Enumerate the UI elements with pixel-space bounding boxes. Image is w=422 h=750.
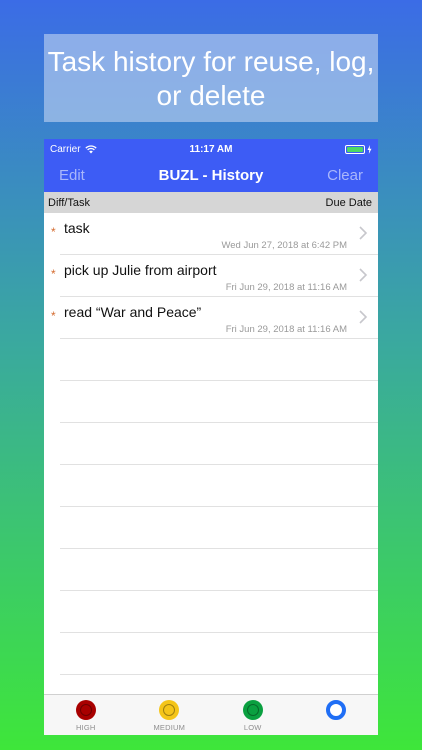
medium-priority-icon	[159, 700, 180, 720]
task-row[interactable]: * pick up Julie from airport Fri Jun 29,…	[44, 255, 378, 297]
high-priority-icon	[75, 700, 96, 720]
tab-history[interactable]	[306, 695, 366, 723]
history-list: * task Wed Jun 27, 2018 at 6:42 PM * pic…	[44, 213, 378, 675]
status-bar: Carrier 11:17 AM	[44, 139, 378, 159]
promo-text: Task history for reuse, log, or delete	[47, 46, 375, 111]
chevron-right-icon	[359, 310, 368, 324]
column-diff-task: Diff/Task	[48, 196, 90, 209]
tab-low[interactable]: LOW	[223, 695, 283, 732]
tab-high[interactable]: HIGH	[56, 695, 116, 732]
task-date: Fri Jun 29, 2018 at 11:16 AM	[225, 324, 347, 335]
task-row[interactable]: * task Wed Jun 27, 2018 at 6:42 PM	[44, 213, 378, 255]
tab-label: MEDIUM	[153, 723, 186, 732]
task-title: read “War and Peace”	[64, 304, 202, 320]
tab-bar: HIGH MEDIUM LOW	[44, 694, 378, 735]
empty-row	[44, 633, 378, 675]
tab-medium[interactable]: MEDIUM	[139, 695, 199, 732]
asterisk-icon: *	[51, 309, 56, 323]
task-date: Fri Jun 29, 2018 at 11:16 AM	[225, 282, 347, 293]
empty-row	[44, 339, 378, 381]
nav-bar: Edit BUZL - History Clear	[44, 159, 378, 192]
empty-row	[44, 591, 378, 633]
task-title: task	[64, 220, 90, 236]
asterisk-icon: *	[51, 267, 56, 281]
empty-row	[44, 465, 378, 507]
edit-button[interactable]: Edit	[59, 167, 85, 184]
history-circle-icon	[326, 700, 347, 720]
asterisk-icon: *	[51, 225, 56, 239]
empty-row	[44, 381, 378, 423]
chevron-right-icon	[359, 268, 368, 282]
empty-row	[44, 507, 378, 549]
tab-label: LOW	[243, 723, 262, 732]
phone-screen: Carrier 11:17 AM Edit BUZL - History Cle…	[44, 139, 378, 735]
task-title: pick up Julie from airport	[64, 262, 217, 278]
column-due-date: Due Date	[325, 196, 372, 209]
clear-button[interactable]: Clear	[327, 167, 363, 184]
promo-banner: Task history for reuse, log, or delete	[44, 34, 378, 122]
column-header: Diff/Task Due Date	[44, 192, 378, 213]
status-time: 11:17 AM	[189, 143, 233, 155]
low-priority-icon	[242, 700, 263, 720]
task-row[interactable]: * read “War and Peace” Fri Jun 29, 2018 …	[44, 297, 378, 339]
chevron-right-icon	[359, 226, 368, 240]
task-date: Wed Jun 27, 2018 at 6:42 PM	[221, 240, 347, 251]
empty-row	[44, 423, 378, 465]
tab-label: HIGH	[75, 723, 96, 732]
empty-row	[44, 549, 378, 591]
